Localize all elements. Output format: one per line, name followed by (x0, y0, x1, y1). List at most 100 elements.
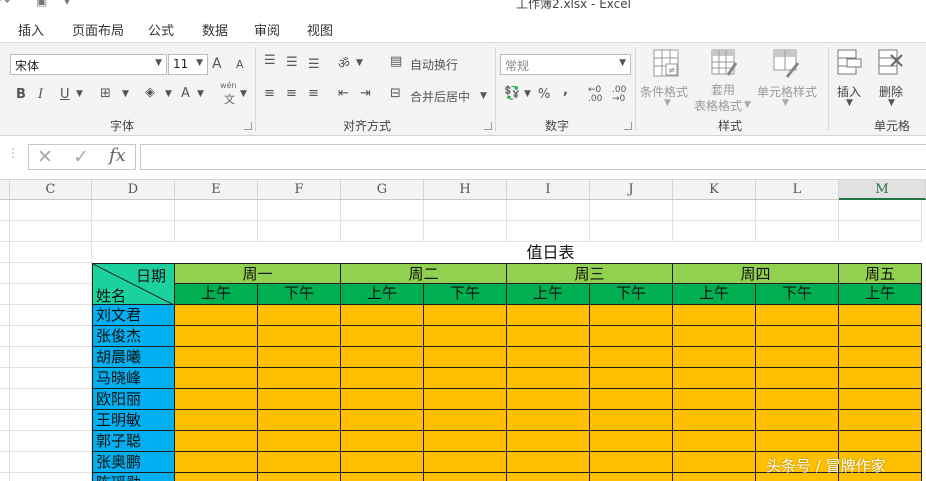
row-header[interactable] (0, 347, 10, 368)
increase-decimal-icon[interactable]: ←0.00 (588, 86, 602, 104)
font-grow-button[interactable]: A (212, 56, 222, 72)
column-header[interactable]: K (673, 180, 756, 200)
duty-cell[interactable] (590, 326, 673, 347)
duty-cell[interactable] (175, 305, 258, 326)
am-header[interactable]: 上午 (175, 284, 258, 305)
tab-formulas[interactable]: 公式 (148, 20, 174, 39)
chevron-down-icon[interactable]: ▼ (197, 89, 204, 99)
grid-cell[interactable] (10, 305, 92, 326)
number-dialog-launcher-icon[interactable] (624, 122, 632, 130)
fill-color-icon[interactable]: ◈ (145, 85, 155, 100)
duty-cell[interactable] (673, 410, 756, 431)
grid-cell[interactable] (10, 389, 92, 410)
grid-cell[interactable] (175, 200, 258, 221)
row-header[interactable] (0, 368, 10, 389)
duty-cell[interactable] (507, 305, 590, 326)
duty-cell[interactable] (341, 368, 424, 389)
cell-styles-icon[interactable] (773, 49, 799, 79)
column-header[interactable]: E (175, 180, 258, 200)
format-table-label-2[interactable]: 表格格式 (694, 97, 742, 114)
duty-cell[interactable] (839, 347, 922, 368)
grid-cell[interactable] (839, 200, 922, 221)
duty-cell[interactable] (590, 347, 673, 368)
number-format-select[interactable]: 常规 ▼ (500, 54, 631, 75)
duty-cell[interactable] (673, 452, 756, 473)
row-header[interactable] (0, 263, 10, 284)
column-header[interactable]: F (258, 180, 341, 200)
duty-cell[interactable] (839, 305, 922, 326)
duty-cell[interactable] (590, 431, 673, 452)
more-options-icon[interactable]: ⋮ (7, 146, 19, 160)
column-header[interactable]: D (92, 180, 175, 200)
duty-cell[interactable] (175, 473, 258, 481)
duty-cell[interactable] (424, 473, 507, 481)
grid-cell[interactable] (258, 221, 341, 242)
duty-cell[interactable] (507, 410, 590, 431)
duty-cell[interactable] (839, 389, 922, 410)
duty-cell[interactable] (673, 347, 756, 368)
duty-cell[interactable] (175, 347, 258, 368)
grid-cell[interactable] (175, 221, 258, 242)
wrap-text-button[interactable]: 自动换行 (410, 56, 458, 73)
row-header[interactable] (0, 452, 10, 473)
pm-header[interactable]: 下午 (424, 284, 507, 305)
grid-cell[interactable] (756, 200, 839, 221)
day-header[interactable]: 周四 (673, 263, 839, 284)
row-header[interactable] (0, 473, 10, 481)
column-header[interactable]: I (507, 180, 590, 200)
row-header[interactable] (0, 242, 10, 263)
duty-cell[interactable] (175, 410, 258, 431)
grid-cell[interactable] (258, 200, 341, 221)
am-header[interactable]: 上午 (341, 284, 424, 305)
duty-cell[interactable] (424, 347, 507, 368)
name-cell[interactable]: 欧阳丽 (92, 389, 175, 410)
percent-button[interactable]: % (538, 87, 550, 102)
row-header[interactable] (0, 389, 10, 410)
grid-cell[interactable] (673, 200, 756, 221)
duty-cell[interactable] (424, 368, 507, 389)
name-cell[interactable]: 胡晨曦 (92, 347, 175, 368)
decrease-decimal-icon[interactable]: .00 →0 (612, 86, 626, 104)
font-color-button[interactable]: A (181, 86, 190, 101)
tab-review[interactable]: 审阅 (254, 20, 280, 39)
phonetic-guide-pinyin[interactable]: wén (220, 81, 237, 90)
name-cell[interactable]: 王明敏 (92, 410, 175, 431)
column-header[interactable]: G (341, 180, 424, 200)
day-header[interactable]: 周二 (341, 263, 507, 284)
duty-cell[interactable] (673, 431, 756, 452)
align-left-icon[interactable]: ≡ (264, 86, 275, 101)
duty-cell[interactable] (175, 389, 258, 410)
format-table-label-1[interactable]: 套用 (711, 81, 735, 98)
column-header[interactable]: L (756, 180, 839, 200)
duty-cell[interactable] (507, 452, 590, 473)
grid-cell[interactable] (10, 284, 92, 305)
grid-cell[interactable] (10, 326, 92, 347)
chevron-down-icon[interactable]: ▼ (356, 58, 363, 68)
customize-quick-access-icon[interactable]: ▾ (64, 0, 70, 8)
duty-cell[interactable] (507, 368, 590, 389)
am-header[interactable]: 上午 (839, 284, 922, 305)
grid-cell[interactable] (341, 200, 424, 221)
duty-cell[interactable] (175, 368, 258, 389)
duty-cell[interactable] (258, 305, 341, 326)
font-size-select[interactable]: 11 ▼ (168, 54, 208, 75)
duty-cell[interactable] (673, 368, 756, 389)
duty-cell[interactable] (590, 410, 673, 431)
column-header[interactable]: C (10, 180, 92, 200)
duty-cell[interactable] (341, 473, 424, 481)
duty-cell[interactable] (507, 389, 590, 410)
name-cell[interactable]: 郭子聪 (92, 431, 175, 452)
align-middle-icon[interactable]: ☰ (286, 55, 298, 70)
duty-cell[interactable] (424, 389, 507, 410)
chevron-down-icon[interactable]: ▼ (240, 89, 247, 99)
grid-cell[interactable] (10, 473, 92, 481)
pm-header[interactable]: 下午 (590, 284, 673, 305)
redo-icon[interactable]: ↷ (0, 0, 10, 8)
align-center-icon[interactable]: ≡ (286, 86, 297, 101)
name-cell[interactable]: 张俊杰 (92, 326, 175, 347)
pm-header[interactable]: 下午 (258, 284, 341, 305)
duty-cell[interactable] (341, 347, 424, 368)
am-header[interactable]: 上午 (507, 284, 590, 305)
chevron-down-icon[interactable]: ▼ (76, 89, 83, 99)
duty-cell[interactable] (507, 326, 590, 347)
